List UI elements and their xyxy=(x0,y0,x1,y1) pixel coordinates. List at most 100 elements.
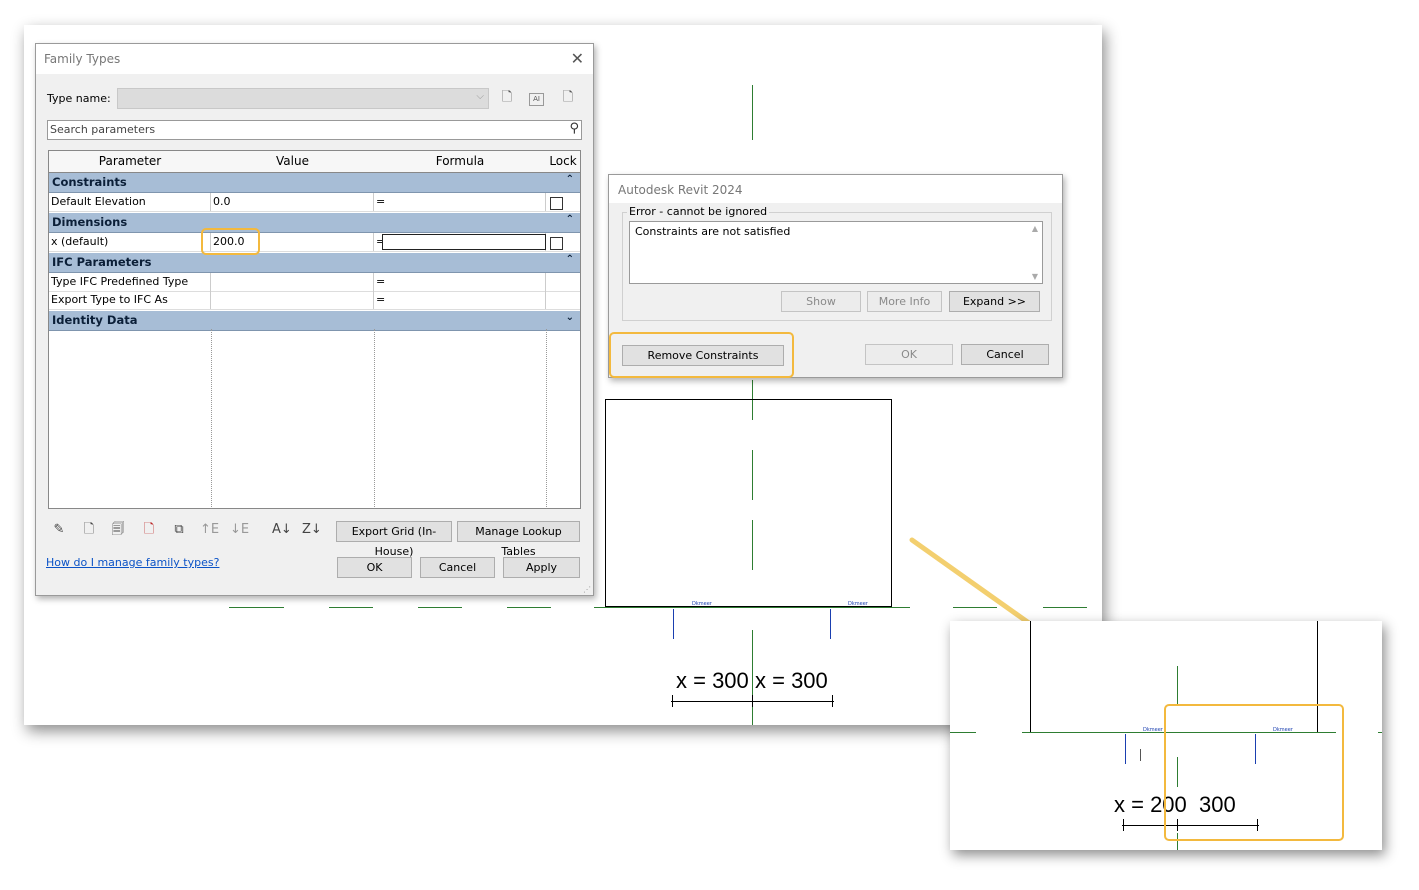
column-header-formula[interactable]: Formula xyxy=(374,151,547,173)
new-type-icon[interactable]: 🗋 xyxy=(499,90,515,106)
ref-plane-horizontal xyxy=(950,732,976,733)
group-ifc-parameters[interactable]: IFC Parameters ⌃ xyxy=(49,253,580,273)
ref-plane-vertical xyxy=(752,630,753,725)
column-divider xyxy=(546,329,547,508)
dialog-titlebar: Autodesk Revit 2024 xyxy=(609,175,1062,203)
dimension-label-right[interactable]: x = 300 xyxy=(755,668,828,694)
param-value[interactable] xyxy=(211,291,374,309)
column-header-parameter[interactable]: Parameter xyxy=(49,151,212,173)
group-label: Constraints xyxy=(52,175,127,189)
error-ok-button[interactable]: OK xyxy=(865,344,953,365)
inset-rect-edge xyxy=(1030,621,1031,732)
dialog-title: Autodesk Revit 2024 xyxy=(618,183,743,197)
param-formula[interactable]: = xyxy=(374,273,546,291)
sort-descending-icon[interactable]: Z↓ xyxy=(302,521,322,539)
resize-grip-icon[interactable]: ⋰ xyxy=(583,585,591,594)
cancel-button[interactable]: Cancel xyxy=(420,557,495,578)
collapse-icon[interactable]: ⌃ xyxy=(566,214,574,225)
new-parameter-icon[interactable]: 🗋 xyxy=(80,521,98,539)
dimension-label-left[interactable]: x = 300 xyxy=(676,668,749,694)
table-row: Type IFC Predefined Type = xyxy=(49,273,580,292)
manage-lookup-tables-button[interactable]: Manage Lookup Tables xyxy=(457,521,580,558)
collapse-icon[interactable]: ⌃ xyxy=(566,254,574,265)
zoom-inset: Dkmeer Dkmeer x = 200 300 xyxy=(950,621,1382,850)
delete-type-icon[interactable]: 🗋 xyxy=(560,90,576,106)
zoom-highlight xyxy=(1164,704,1344,841)
param-formula[interactable]: = xyxy=(374,291,546,309)
edit-parameter-icon[interactable]: ✎ xyxy=(50,521,68,539)
error-cancel-button[interactable]: Cancel xyxy=(961,344,1049,365)
expand-icon[interactable]: ⌄ xyxy=(566,312,574,323)
error-group-label: Error - cannot be ignored xyxy=(627,205,770,218)
group-label: Dimensions xyxy=(52,215,128,229)
dialog-title: Family Types xyxy=(44,52,121,66)
lock-checkbox[interactable] xyxy=(550,197,563,210)
group-label: IFC Parameters xyxy=(52,255,152,269)
ref-plane-horizontal xyxy=(418,607,462,608)
blue-marker xyxy=(673,609,674,639)
ref-plane-horizontal xyxy=(507,607,551,608)
param-name: Default Elevation xyxy=(49,193,211,211)
help-link[interactable]: How do I manage family types? xyxy=(46,556,219,569)
error-message-box[interactable]: Constraints are not satisfied ▲ ▼ xyxy=(629,221,1043,284)
param-name: Export Type to IFC As xyxy=(49,291,211,309)
chevron-down-icon: ⌵ xyxy=(476,91,484,102)
column-header-value[interactable]: Value xyxy=(211,151,375,173)
ref-plane-vertical xyxy=(752,85,753,140)
formula-input[interactable] xyxy=(382,234,546,250)
ok-button[interactable]: OK xyxy=(337,557,412,578)
column-divider xyxy=(211,329,212,508)
scroll-down-icon[interactable]: ▼ xyxy=(1032,272,1038,281)
expand-button[interactable]: Expand >> xyxy=(949,291,1040,312)
dialog-titlebar: Family Types ✕ xyxy=(36,44,593,74)
lock-checkbox[interactable] xyxy=(550,237,563,250)
duplicate-icon[interactable]: ⧉ xyxy=(170,521,188,539)
ref-plane-vertical xyxy=(1177,666,1178,706)
sort-ascending-icon[interactable]: A↓ xyxy=(272,521,292,539)
table-row: x (default) 200.0 = xyxy=(49,233,580,252)
dimension-tick xyxy=(1123,819,1124,831)
delete-parameter-icon[interactable]: 🗋 xyxy=(140,521,158,539)
search-input[interactable]: Search parameters ⚲ xyxy=(47,120,582,140)
type-name-combo[interactable]: ⌵ xyxy=(117,88,489,109)
more-info-button[interactable]: More Info xyxy=(867,291,942,312)
dimension-tick xyxy=(672,695,673,707)
close-icon[interactable]: ✕ xyxy=(571,49,584,68)
param-formula[interactable]: = xyxy=(374,193,546,211)
export-grid-button[interactable]: Export Grid (In-House) xyxy=(336,521,452,558)
ref-label: Dkmeer xyxy=(848,601,868,607)
apply-button[interactable]: Apply xyxy=(503,557,580,578)
dimension-tick xyxy=(752,695,753,707)
group-dimensions[interactable]: Dimensions ⌃ xyxy=(49,213,580,233)
ref-plane-horizontal xyxy=(329,607,373,608)
parameter-grid: Parameter Value Formula Lock Constraints… xyxy=(48,150,581,509)
group-constraints[interactable]: Constraints ⌃ xyxy=(49,173,580,193)
group-identity-data[interactable]: Identity Data ⌄ xyxy=(49,311,580,331)
table-row: Default Elevation 0.0 = xyxy=(49,193,580,212)
ref-plane-horizontal xyxy=(229,607,284,608)
param-value[interactable]: 0.0 xyxy=(211,193,374,211)
collapse-icon[interactable]: ⌃ xyxy=(566,174,574,185)
remove-constraints-highlight xyxy=(609,332,794,378)
param-value[interactable] xyxy=(211,273,374,291)
show-button[interactable]: Show xyxy=(781,291,861,312)
group-label: Identity Data xyxy=(52,313,138,327)
param-name: Type IFC Predefined Type xyxy=(49,273,211,291)
rename-type-icon[interactable]: AI xyxy=(529,93,544,106)
blue-marker xyxy=(830,609,831,639)
search-placeholder: Search parameters xyxy=(50,123,156,136)
ref-label: Dkmeer xyxy=(692,601,712,607)
ref-plane-horizontal xyxy=(594,607,910,608)
table-row: Export Type to IFC As = xyxy=(49,291,580,310)
move-up-icon[interactable]: ↑E xyxy=(200,521,219,539)
cursor-mark xyxy=(1140,749,1141,761)
family-rectangle[interactable] xyxy=(605,399,892,607)
move-down-icon[interactable]: ↓E xyxy=(230,521,249,539)
family-types-dialog: Family Types ✕ Type name: ⌵ 🗋 AI 🗋 Searc… xyxy=(35,43,594,596)
ref-plane-horizontal xyxy=(1378,732,1382,733)
column-header-lock[interactable]: Lock xyxy=(546,151,580,173)
copy-parameter-icon[interactable]: 🗐 xyxy=(109,521,127,539)
scroll-up-icon[interactable]: ▲ xyxy=(1032,224,1038,233)
value-highlight xyxy=(201,228,260,255)
column-divider xyxy=(374,329,375,508)
